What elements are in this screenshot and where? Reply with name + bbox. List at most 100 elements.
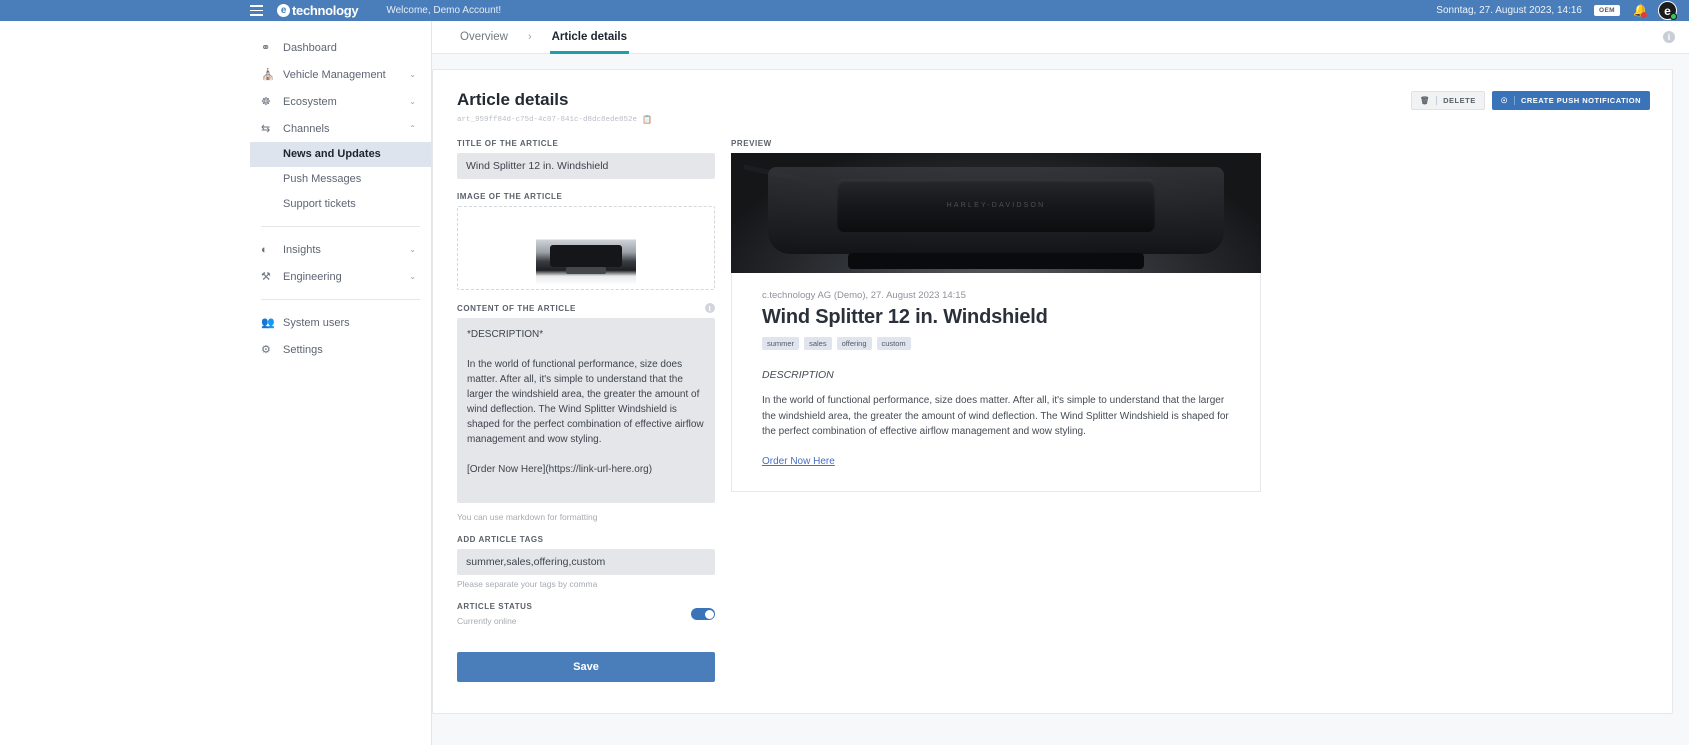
status-value: Currently online xyxy=(457,616,517,626)
image-upload-box[interactable] xyxy=(457,206,715,290)
card-body: TITLE OF THE ARTICLE IMAGE OF THE ARTICL… xyxy=(433,125,1672,682)
sidebar-item-ecosystem[interactable]: ☸ Ecosystem ⌄ xyxy=(250,88,431,115)
sidebar-item-insights[interactable]: ◐ Insights ⌄ xyxy=(250,236,431,263)
bell-plus-icon: ☉ xyxy=(1500,96,1508,105)
vehicle-icon: ⛪ xyxy=(261,69,275,81)
channels-icon: ⇆ xyxy=(261,123,271,135)
field-title: TITLE OF THE ARTICLE xyxy=(457,139,715,179)
sidebar-item-vehicle-management[interactable]: ⛪ Vehicle Management ⌄ xyxy=(250,61,431,88)
article-image-thumbnail xyxy=(536,211,636,285)
field-tags: ADD ARTICLE TAGS Please separate your ta… xyxy=(457,535,715,589)
content-field-label: CONTENT OF THE ARTICLE i xyxy=(457,303,715,313)
preview-description-heading: DESCRIPTION xyxy=(762,369,834,381)
tools-icon: ⚒ xyxy=(261,271,271,283)
oem-badge: OEM xyxy=(1593,5,1620,16)
sidebar-item-support-tickets[interactable]: Support tickets xyxy=(250,192,431,217)
preview-label: PREVIEW xyxy=(731,139,772,148)
article-preview: PREVIEW HARLEY-DAVIDSON c.technology AG … xyxy=(731,139,1648,682)
gear-icon: ⚙ xyxy=(261,344,271,356)
hamburger-icon[interactable] xyxy=(250,5,263,16)
info-icon[interactable]: i xyxy=(705,303,715,313)
brand-mark-icon: e xyxy=(277,4,290,17)
tags-input[interactable] xyxy=(457,549,715,575)
tab-article-details[interactable]: Article details xyxy=(540,21,639,54)
status-texts: ARTICLE STATUS Currently online xyxy=(457,602,532,626)
content-label-text: CONTENT OF THE ARTICLE xyxy=(457,303,576,313)
chevron-down-icon: ⌄ xyxy=(409,245,416,254)
notification-dot xyxy=(1641,11,1647,18)
field-content: CONTENT OF THE ARTICLE i *DESCRIPTION* I… xyxy=(457,303,715,522)
article-details-card: Article details art_959ff84d-c75d-4c07-8… xyxy=(432,69,1673,714)
card-header: Article details art_959ff84d-c75d-4c07-8… xyxy=(433,70,1672,125)
brand-name: technology xyxy=(292,3,359,18)
tags-field-label: ADD ARTICLE TAGS xyxy=(457,535,544,544)
tags-hint: Please separate your tags by comma xyxy=(457,579,598,589)
top-bar: e technology Welcome, Demo Account! Sonn… xyxy=(0,0,1689,21)
sidebar-item-label: Vehicle Management xyxy=(283,68,386,81)
content-hint: You can use markdown for formatting xyxy=(457,512,598,522)
status-toggle[interactable] xyxy=(691,608,715,620)
users-icon: 👥 xyxy=(261,317,275,329)
top-bar-left: e technology Welcome, Demo Account! xyxy=(0,3,501,18)
sidebar-item-system-users[interactable]: 👥 System users xyxy=(250,309,431,336)
sidebar-item-label: Ecosystem xyxy=(283,95,337,108)
create-push-notification-button[interactable]: ☉ CREATE PUSH NOTIFICATION xyxy=(1491,91,1650,110)
field-status: ARTICLE STATUS Currently online xyxy=(457,602,715,626)
status-field-label: ARTICLE STATUS xyxy=(457,602,533,611)
online-status-dot xyxy=(1670,13,1677,20)
chevron-right-icon: › xyxy=(527,31,532,43)
preview-title: Wind Splitter 12 in. Windshield xyxy=(762,306,1048,328)
sidebar-item-label: Insights xyxy=(283,243,321,256)
preview-body: c.technology AG (Demo), 27. August 2023 … xyxy=(731,273,1261,492)
header-actions: 🗑 DELETE ☉ CREATE PUSH NOTIFICATION xyxy=(1411,91,1650,110)
sidebar-item-dashboard[interactable]: ⚭ Dashboard xyxy=(250,34,431,61)
hero-lip-shape xyxy=(847,252,1145,270)
button-divider xyxy=(1436,96,1438,105)
copy-icon[interactable]: 📋 xyxy=(642,115,652,125)
main-content: Overview › Article details i Article det… xyxy=(432,21,1689,745)
save-button[interactable]: Save xyxy=(457,652,715,682)
image-field-label: IMAGE OF THE ARTICLE xyxy=(457,192,563,201)
preview-hero-image: HARLEY-DAVIDSON xyxy=(731,153,1261,273)
preview-order-link[interactable]: Order Now Here xyxy=(762,456,835,467)
sidebar-item-news-and-updates[interactable]: News and Updates xyxy=(250,142,431,167)
article-id: art_959ff84d-c75d-4c07-841c-d8dc8ede852e… xyxy=(457,115,1648,125)
preview-tag: offering xyxy=(836,337,872,350)
sidebar-item-label: Dashboard xyxy=(283,41,337,54)
chevron-down-icon: ⌄ xyxy=(409,97,416,106)
avatar[interactable]: e xyxy=(1658,1,1677,20)
top-bar-right: Sonntag, 27. August 2023, 14:16 OEM 🔔 e xyxy=(1436,1,1689,20)
sidebar-item-push-messages[interactable]: Push Messages xyxy=(250,167,431,192)
preview-description-body: In the world of functional performance, … xyxy=(762,395,1229,437)
sidebar: ⚭ Dashboard ⛪ Vehicle Management ⌄ ☸ Eco… xyxy=(250,21,432,745)
sidebar-item-label: Settings xyxy=(283,343,323,356)
title-input[interactable] xyxy=(457,153,715,179)
preview-tag: sales xyxy=(804,337,832,350)
article-form: TITLE OF THE ARTICLE IMAGE OF THE ARTICL… xyxy=(457,139,715,682)
preview-tag: summer xyxy=(762,337,800,350)
notification-bell-icon[interactable]: 🔔 xyxy=(1632,4,1648,18)
chevron-down-icon: ⌄ xyxy=(409,272,416,281)
sidebar-item-channels[interactable]: ⇆ Channels ⌃ xyxy=(250,115,431,142)
brand-logo[interactable]: e technology xyxy=(277,3,359,18)
preview-tags: summer sales offering custom xyxy=(762,337,1230,350)
breadcrumb-tabs: Overview › Article details i xyxy=(432,21,1689,54)
create-push-notification-label: CREATE PUSH NOTIFICATION xyxy=(1520,96,1641,105)
sidebar-item-settings[interactable]: ⚙ Settings xyxy=(250,336,431,363)
sidebar-item-engineering[interactable]: ⚒ Engineering ⌄ xyxy=(250,263,431,290)
delete-button-label: DELETE xyxy=(1443,96,1476,105)
preview-tag: custom xyxy=(876,337,911,350)
status-row: ARTICLE STATUS Currently online xyxy=(457,602,715,626)
preview-meta: c.technology AG (Demo), 27. August 2023 … xyxy=(762,290,966,301)
delete-button[interactable]: 🗑 DELETE xyxy=(1411,91,1485,110)
article-id-value: art_959ff84d-c75d-4c07-841c-d8dc8ede852e xyxy=(457,116,638,124)
title-field-label: TITLE OF THE ARTICLE xyxy=(457,139,559,148)
content-textarea[interactable]: *DESCRIPTION* In the world of functional… xyxy=(457,318,715,503)
sidebar-divider xyxy=(261,226,420,227)
trash-icon: 🗑 xyxy=(1420,96,1431,105)
current-datetime: Sonntag, 27. August 2023, 14:16 xyxy=(1436,5,1582,16)
welcome-text: Welcome, Demo Account! xyxy=(386,5,502,16)
chevron-down-icon: ⌄ xyxy=(409,70,416,79)
tab-overview[interactable]: Overview xyxy=(448,21,520,54)
info-icon[interactable]: i xyxy=(1663,31,1675,43)
